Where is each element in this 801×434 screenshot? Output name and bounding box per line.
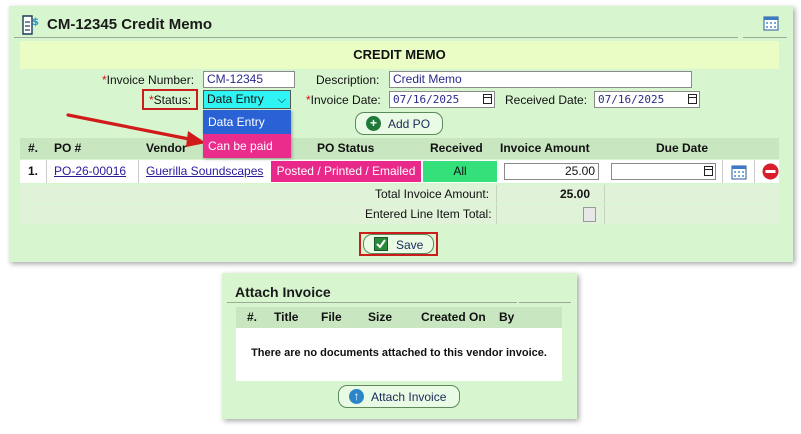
entered-line-label: Entered Line Item Total: [365,207,492,221]
received-badge: All [423,161,497,182]
calendar-icon[interactable] [688,94,697,104]
col-received: Received [430,141,483,155]
invoice-number-label: *Invoice Number: [102,73,195,87]
table-row: 1. PO-26-00016 Guerilla Soundscapes Post… [20,160,779,183]
col-file: File [321,310,342,324]
plus-circle-icon: + [366,116,381,131]
total-invoice-label: Total Invoice Amount: [375,187,490,201]
attach-table-body: There are no documents attached to this … [236,328,562,381]
upload-arrow-icon: ↑ [349,389,364,404]
calendar-icon[interactable] [763,15,779,31]
col-due-date: Due Date [656,141,709,155]
total-invoice-value: 25.00 [560,187,591,201]
col-num: #. [247,310,258,324]
col-invoice-amount: Invoice Amount [500,141,590,155]
attach-invoice-button[interactable]: ↑ Attach Invoice [338,385,460,408]
calendar-icon[interactable] [704,166,713,176]
due-date-input[interactable] [611,163,716,180]
chevron-down-icon: ⌵ [277,94,286,106]
attach-invoice-panel: Attach Invoice #. Title File Size Create… [222,273,577,419]
entered-line-item-row: Entered Line Item Total: [20,205,779,224]
calendar-icon[interactable] [483,94,492,104]
attach-invoice-title: Attach Invoice [235,284,331,300]
svg-text:$: $ [32,17,39,28]
total-invoice-row: Total Invoice Amount: 25.00 [20,185,779,204]
col-by: By [499,310,515,324]
save-button[interactable]: Save [363,234,434,254]
invoice-date-input[interactable]: 07/16/2025 [389,91,495,108]
status-select[interactable]: Data Entry ⌵ [203,90,291,109]
remove-icon[interactable] [762,163,779,180]
empty-message: There are no documents attached to this … [251,347,547,359]
description-input[interactable]: Credit Memo [389,71,692,88]
col-title: Title [274,310,299,324]
col-po-status: PO Status [317,141,375,155]
annotation-arrow [66,113,206,147]
received-date-input[interactable]: 07/16/2025 [594,91,700,108]
title-divider [743,37,787,38]
title-divider [14,37,738,38]
col-size: Size [368,310,393,324]
col-num: #. [28,141,39,155]
invoice-amount-input[interactable]: 25.00 [504,163,599,180]
invoice-date-label: *Invoice Date: [306,93,381,107]
received-date-label: Received Date: [505,93,588,107]
entered-line-total-box [583,207,596,222]
document-dollar-icon: $ [22,15,39,35]
status-option-can-be-paid[interactable]: Can be paid [203,134,291,158]
invoice-number-input[interactable]: CM-12345 [203,71,295,88]
description-label: Description: [316,73,380,87]
checkmark-icon [374,237,388,251]
po-link[interactable]: PO-26-00016 [54,160,126,183]
add-po-button[interactable]: + Add PO [355,112,443,135]
status-dropdown: Data Entry Can be paid [203,110,291,158]
row-number: 1. [28,164,39,178]
status-option-data-entry[interactable]: Data Entry [203,110,291,134]
calendar-icon[interactable] [731,164,747,180]
vendor-link[interactable]: Guerilla Soundscapes [146,160,263,183]
attach-table-header: #. Title File Size Created On By [236,307,562,328]
credit-memo-banner: CREDIT MEMO [20,41,779,69]
page-title: CM-12345 Credit Memo [47,16,213,33]
po-status-badge: Posted / Printed / Emailed [271,161,421,182]
col-created-on: Created On [421,310,486,324]
